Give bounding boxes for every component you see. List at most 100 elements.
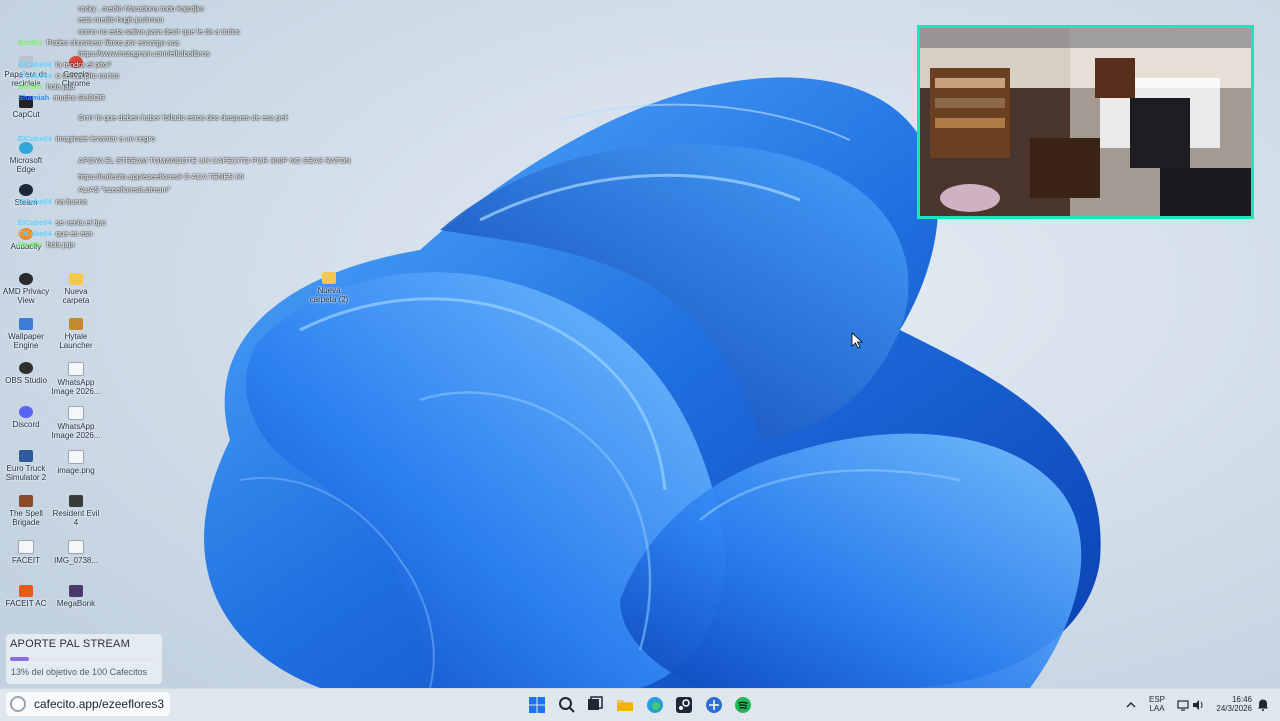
language-code: ESP xyxy=(1148,695,1165,704)
donation-subtitle: 13% del objetivo de 100 Cafecitos xyxy=(11,667,148,677)
hytale-icon xyxy=(69,318,83,330)
chat-text: hola jaja xyxy=(46,240,75,249)
chat-username: ElCabe04 xyxy=(18,229,52,238)
chat-message: ElCabe04 imaginate levantar a un negro xyxy=(18,134,155,143)
webcam-scene xyxy=(920,28,1251,216)
desktop-icon-wallpaper-engine[interactable]: Wallpaper Engine xyxy=(0,318,52,350)
desktop-icon-euro-truck[interactable]: Euro Truck Simulator 2 xyxy=(0,450,52,482)
language-indicator[interactable]: ESP LAA xyxy=(1148,695,1166,713)
chat-message: BorBix Podes chusmear libros por encargo … xyxy=(18,38,179,47)
chat-text: que es eso xyxy=(55,229,93,238)
chat-text: esta medio hugh jackman xyxy=(78,15,164,24)
chat-text: https://cafecito.app/ezeeflores3 O ACA T… xyxy=(78,172,244,181)
folder-icon xyxy=(69,273,83,285)
amd-icon xyxy=(19,273,33,285)
chat-message: ALIAS "ezeeflores3.stream" xyxy=(78,185,170,194)
chat-message: ElCabe04 se venia el tipo xyxy=(18,218,106,227)
chat-message: ElCabe04 na buena xyxy=(18,197,87,206)
chat-text: https://www.instagram.com/elfulbollbros xyxy=(78,49,210,58)
chat-text: Orrrr lo que deben haber follado estos d… xyxy=(78,113,288,122)
chat-username: BorBix xyxy=(18,38,43,47)
chat-text: APOYA EL STREAM TOMANDOTE UN CAFECITO PO… xyxy=(78,156,351,165)
chat-username: BorBix xyxy=(18,240,43,249)
steam-icon[interactable] xyxy=(674,695,694,715)
chat-text: se venia el tipo xyxy=(55,218,106,227)
chat-text: rocky . medio Maradona todo kajsdjks xyxy=(78,4,204,13)
chat-username: ElCabe04 xyxy=(18,134,52,143)
chat-text: imaginate levantar a un negro xyxy=(55,134,156,143)
file-explorer-icon[interactable] xyxy=(615,695,635,715)
spotify-icon[interactable] xyxy=(733,695,753,715)
browser-icon[interactable] xyxy=(704,695,724,715)
wallpaper-engine-icon xyxy=(19,318,33,330)
chat-message: ElCabe04 la tendra el pito? xyxy=(18,60,111,69)
image-file-icon xyxy=(68,540,84,554)
chat-message: Shamiah mucho SUDOR xyxy=(18,93,105,102)
network-icon[interactable] xyxy=(1177,699,1189,711)
desktop-icon-amd-privacy-view[interactable]: AMD Privacy View xyxy=(0,273,52,305)
chat-text: o serian pito cortos xyxy=(55,71,120,80)
link-icon xyxy=(10,696,26,712)
chat-text: la tendra el pito? xyxy=(55,60,112,69)
search-icon[interactable] xyxy=(557,695,577,715)
donation-progress-bar xyxy=(10,657,158,661)
discord-icon xyxy=(19,406,33,418)
clock[interactable]: 16:46 24/3/2026 xyxy=(1212,695,1252,713)
desktop-icon-whatsapp-image-2[interactable]: WhatsApp Image 2026... xyxy=(50,406,102,440)
chat-text: mucho SUDOR xyxy=(53,93,105,102)
chat-text: hola jaja xyxy=(46,82,75,91)
desktop-icon-faceit-ac[interactable]: FACEIT AC xyxy=(0,585,52,608)
volume-icon[interactable] xyxy=(1192,699,1204,711)
task-view-icon[interactable] xyxy=(585,695,605,715)
chat-username: ElCabe04 xyxy=(18,60,52,69)
chat-message: BorBix hola jaja xyxy=(18,240,75,249)
desktop-icon-nueva-carpeta-2[interactable]: Nueva carpeta (2) xyxy=(303,272,355,304)
desktop-icon-edge[interactable]: Microsoft Edge xyxy=(0,142,52,174)
chat-username: ElCabe04 xyxy=(18,71,52,80)
desktop-icon-whatsapp-image-1[interactable]: WhatsApp Image 2026... xyxy=(50,362,102,396)
desktop-icon-resident-evil-4[interactable]: Resident Evil 4 xyxy=(50,495,102,527)
chat-message: APOYA EL STREAM TOMANDOTE UN CAFECITO PO… xyxy=(78,156,351,165)
edge-icon[interactable] xyxy=(645,695,665,715)
webcam-feed xyxy=(917,25,1254,219)
spell-brigade-icon xyxy=(19,495,33,507)
donation-widget: APORTE PAL STREAM 13% del objetivo de 10… xyxy=(6,634,162,684)
chat-message: https://cafecito.app/ezeeflores3 O ACA T… xyxy=(78,172,244,181)
desktop-icon-megabonk[interactable]: MegaBonk xyxy=(50,585,102,608)
desktop-icon-faceit[interactable]: FACEIT xyxy=(0,540,52,565)
chat-username: Shamiah xyxy=(18,93,50,102)
image-file-icon xyxy=(68,450,84,464)
desktop-icon-img-0738[interactable]: IMG_0738... xyxy=(50,540,102,565)
image-file-icon xyxy=(68,362,84,376)
language-sub: LAA xyxy=(1149,704,1165,713)
chevron-up-icon[interactable] xyxy=(1126,700,1136,710)
chat-message: BorBix hola jaja xyxy=(18,82,75,91)
start-icon[interactable] xyxy=(527,695,547,715)
desktop-icon-hytale[interactable]: Hytale Launcher xyxy=(50,318,102,350)
desktop-icon-image-png[interactable]: image.png xyxy=(50,450,102,475)
chat-username: BorBix xyxy=(18,82,43,91)
chat-message: ElCabe04 que es eso xyxy=(18,229,92,238)
chat-text: Podes chusmear libros por encargo aca xyxy=(46,38,180,47)
taskbar: cafecito.app/ezeeflores3 ESP LAA 16:46 2… xyxy=(0,688,1280,721)
chat-message: como no esta sativa para decir que le da… xyxy=(78,27,240,36)
notification-icon[interactable] xyxy=(1257,698,1269,711)
chat-message: Orrrr lo que deben haber follado estos d… xyxy=(78,113,288,122)
chat-username: ElCabe04 xyxy=(18,197,52,206)
chat-username: ElCabe04 xyxy=(18,218,52,227)
image-file-icon xyxy=(68,406,84,420)
faceit-icon xyxy=(18,540,34,554)
desktop-icon-obs[interactable]: OBS Studio xyxy=(0,362,52,385)
desktop-icon-discord[interactable]: Discord xyxy=(0,406,52,429)
donation-progress-fill xyxy=(10,657,30,661)
faceit-ac-icon xyxy=(19,585,33,597)
edge-icon xyxy=(19,142,33,154)
chat-message: esta medio hugh jackman xyxy=(78,15,163,24)
desktop-icon-spell-brigade[interactable]: The Spell Brigade xyxy=(0,495,52,527)
chat-text: na buena xyxy=(55,197,88,206)
resident-evil-icon xyxy=(69,495,83,507)
donation-title: APORTE PAL STREAM xyxy=(10,638,130,650)
obs-icon xyxy=(19,362,33,374)
clock-time: 16:46 xyxy=(1231,695,1252,704)
desktop-icon-nueva-carpeta[interactable]: Nueva carpeta xyxy=(50,273,102,305)
